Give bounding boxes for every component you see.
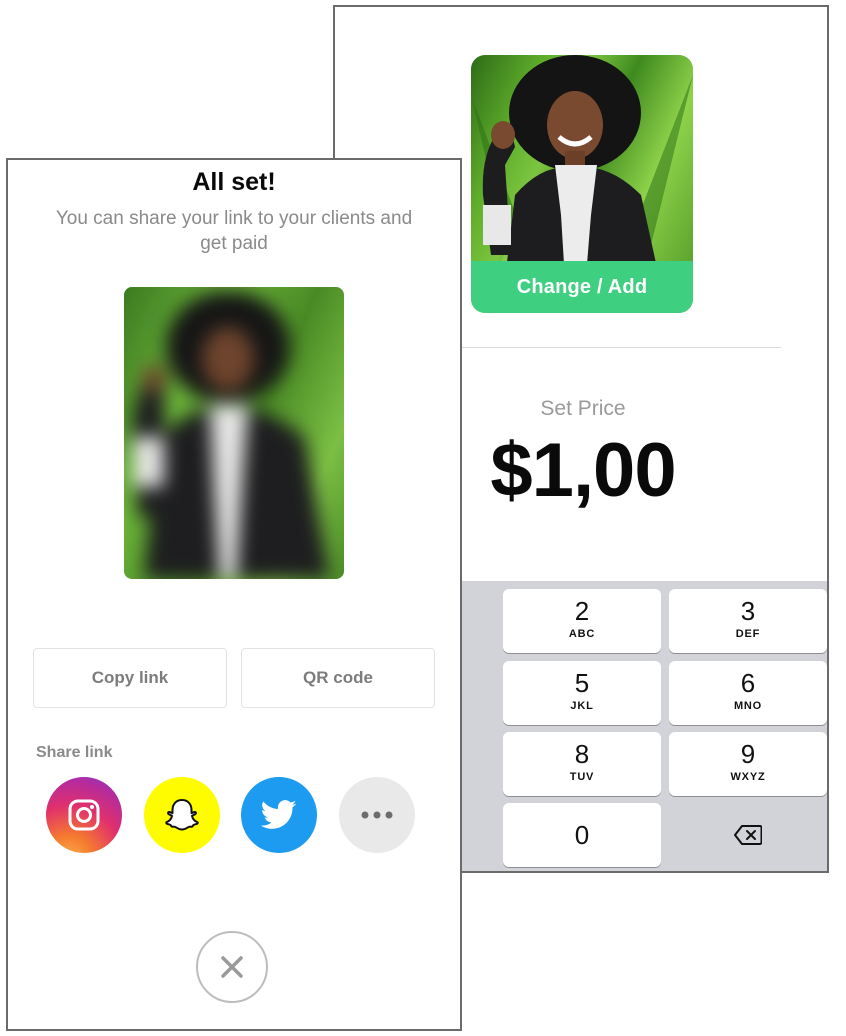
key-6[interactable]: 6 MNO <box>669 661 827 725</box>
share-screen: All set! You can share your link to your… <box>6 158 462 1031</box>
divider <box>461 347 781 348</box>
qr-code-label: QR code <box>303 668 373 687</box>
key-digit: 8 <box>574 739 590 769</box>
twitter-share-button[interactable] <box>241 777 317 853</box>
key-digit: 5 <box>574 668 590 698</box>
page-title: All set! <box>192 168 276 196</box>
key-8[interactable]: 8 TUV <box>503 732 661 796</box>
qr-code-button[interactable]: QR code <box>241 648 435 708</box>
page-subtitle: You can share your link to your clients … <box>55 208 413 254</box>
key-3[interactable]: 3 DEF <box>669 589 827 653</box>
key-digit: 0 <box>574 820 590 850</box>
key-5[interactable]: 5 JKL <box>503 661 661 725</box>
profile-photo: Change / Add <box>471 55 693 313</box>
key-digit: 2 <box>574 596 590 626</box>
twitter-icon <box>261 800 297 829</box>
key-letters: JKL <box>570 700 594 712</box>
change-add-button[interactable]: Change / Add <box>471 261 693 313</box>
key-letters: TUV <box>569 771 595 783</box>
close-icon <box>221 956 243 978</box>
blurred-preview-photo <box>124 287 344 579</box>
key-letters: WXYZ <box>730 771 766 783</box>
snapchat-share-button[interactable] <box>144 777 220 853</box>
price-display: $1,00 <box>490 428 676 513</box>
set-price-label: Set Price <box>540 397 626 420</box>
key-letters: MNO <box>733 700 763 712</box>
key-digit: 6 <box>740 668 756 698</box>
key-digit: 9 <box>740 739 756 769</box>
snapchat-icon <box>165 799 199 831</box>
key-letters: DEF <box>735 628 761 640</box>
key-9[interactable]: 9 WXYZ <box>669 732 827 796</box>
change-add-label: Change / Add <box>516 275 648 298</box>
copy-link-button[interactable]: Copy link <box>33 648 227 708</box>
key-digit: 3 <box>740 596 756 626</box>
share-link-label: Share link <box>36 744 113 761</box>
instagram-icon <box>68 799 100 831</box>
more-share-button[interactable] <box>339 777 415 853</box>
more-icon <box>361 811 393 819</box>
backspace-button[interactable] <box>669 803 827 867</box>
person-photo-blurred <box>132 291 330 579</box>
instagram-share-button[interactable] <box>46 777 122 853</box>
close-button[interactable] <box>196 931 268 1003</box>
backspace-icon <box>734 825 762 845</box>
copy-link-label: Copy link <box>91 668 169 687</box>
key-letters: ABC <box>568 628 596 640</box>
key-0[interactable]: 0 <box>503 803 661 867</box>
key-2[interactable]: 2 ABC <box>503 589 661 653</box>
